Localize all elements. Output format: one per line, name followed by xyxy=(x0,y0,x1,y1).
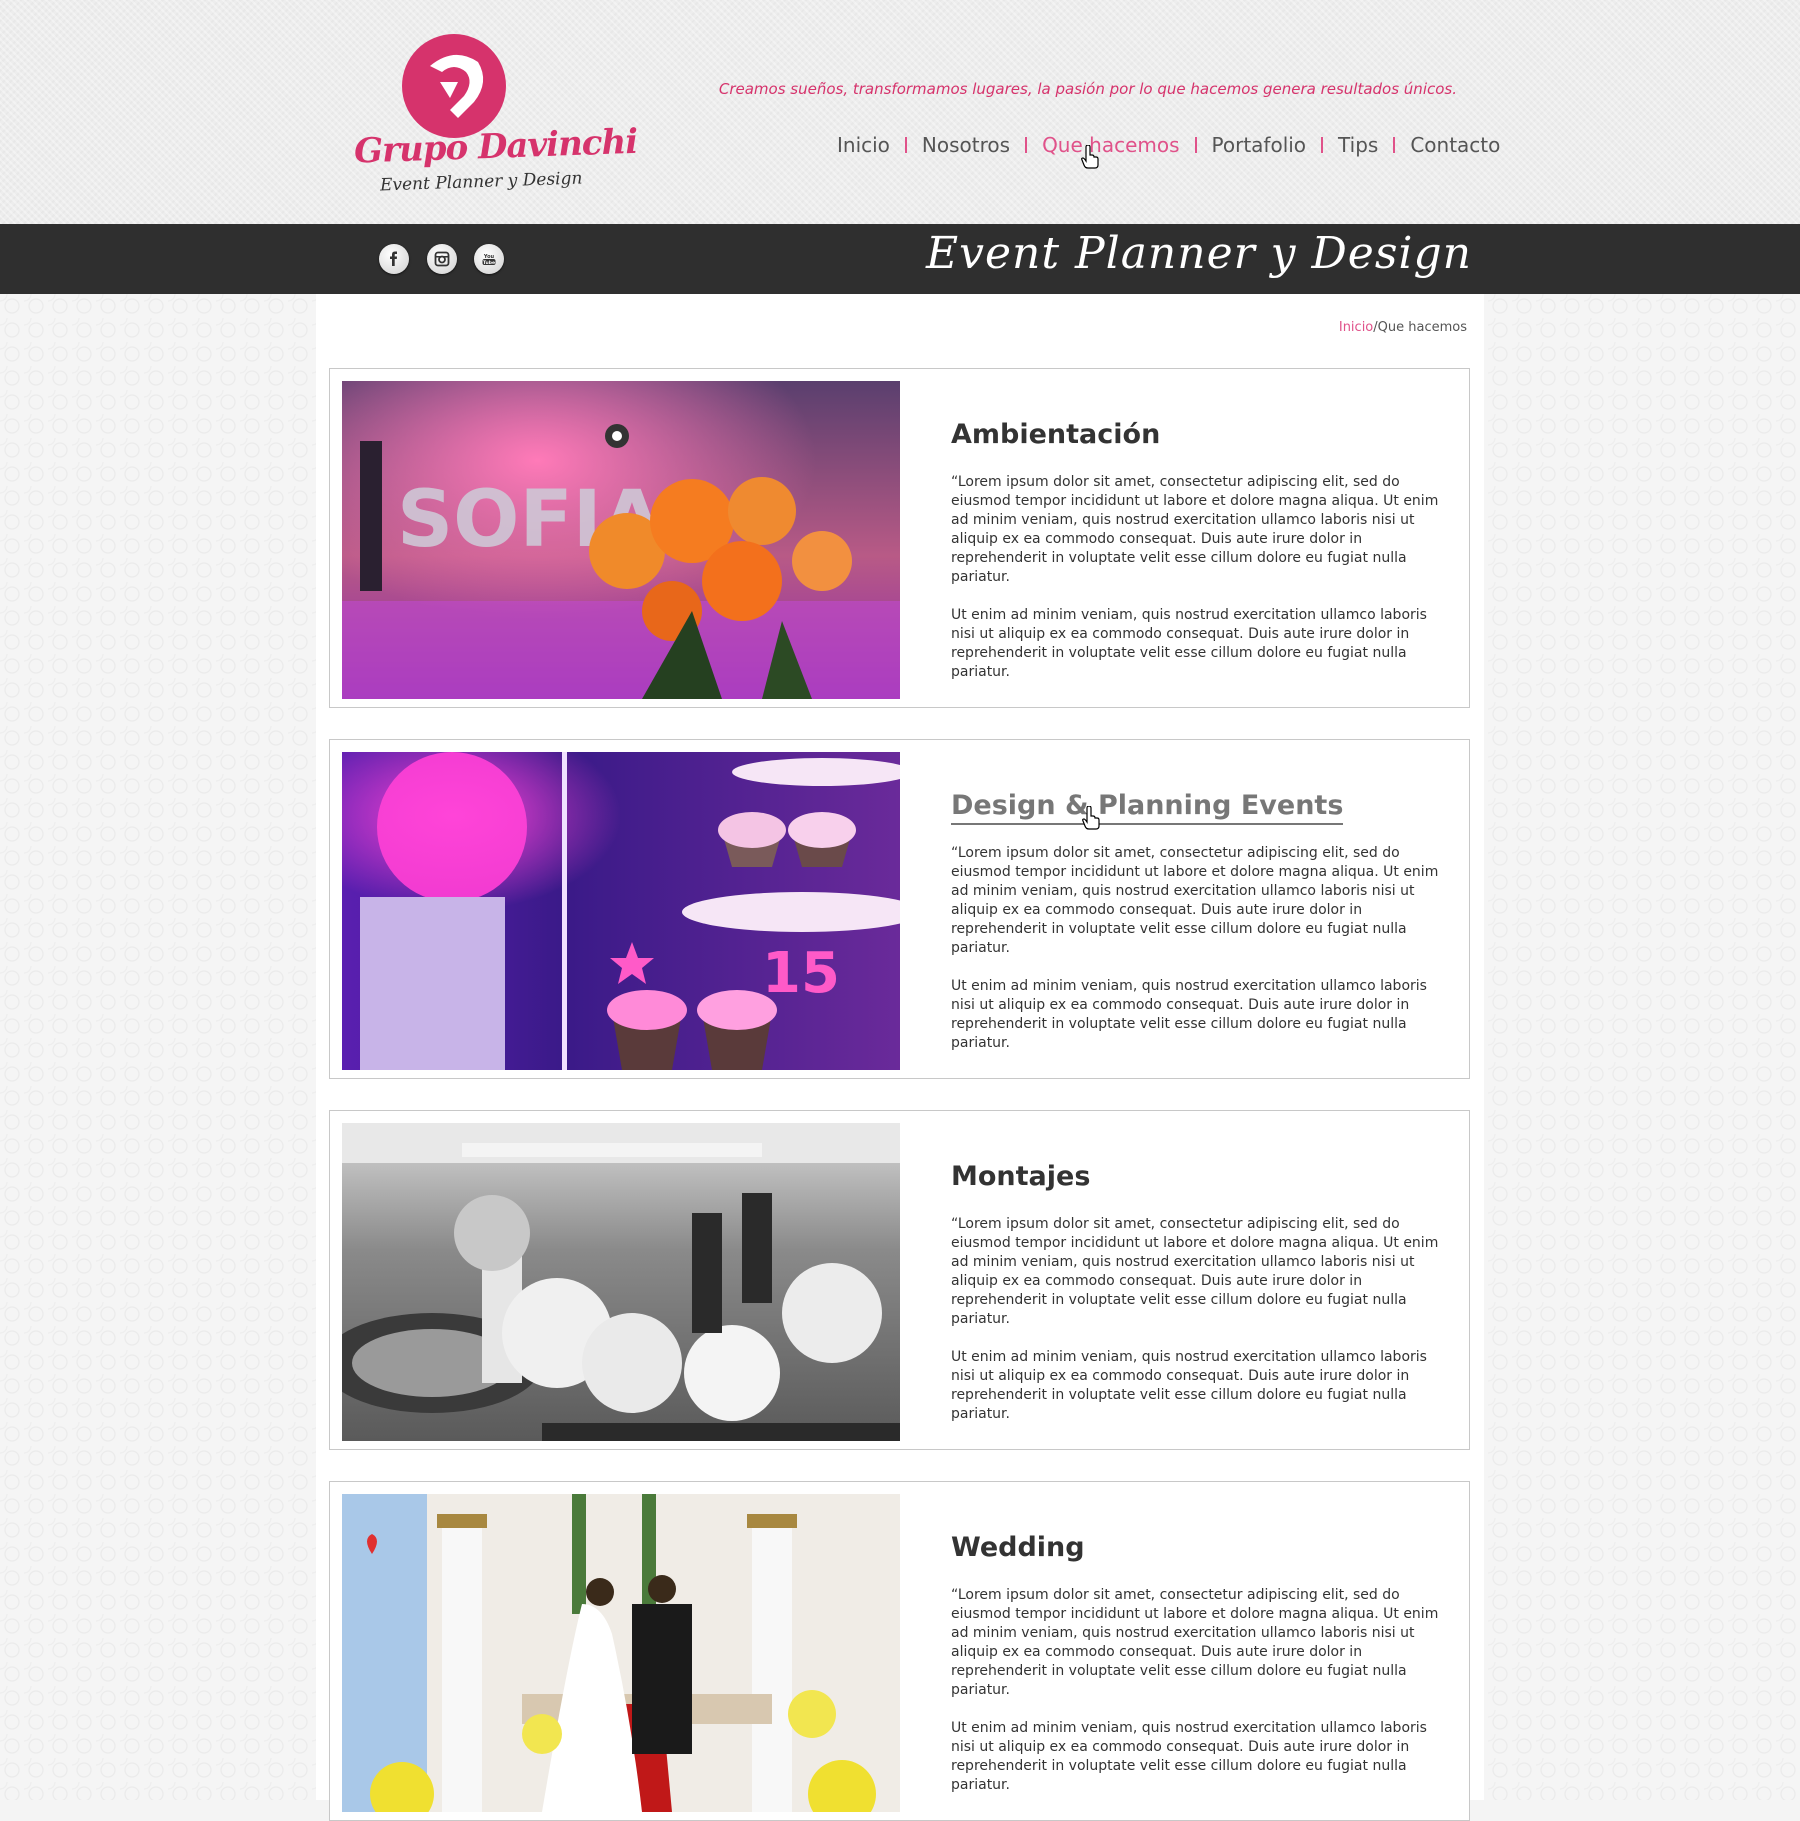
service-title: Montajes xyxy=(951,1161,1091,1192)
service-photo[interactable] xyxy=(342,1123,900,1441)
service-description: “Lorem ipsum dolor sit amet, consectetur… xyxy=(951,1215,1441,1443)
wedding-photo-image xyxy=(342,1494,900,1812)
instagram-icon[interactable] xyxy=(427,244,457,274)
nav-nosotros[interactable]: Nosotros xyxy=(907,130,1025,160)
hand-cursor-icon xyxy=(1082,806,1100,830)
logo-subtitle: Event Planner y Design xyxy=(379,168,583,196)
breadcrumb: Inicio/Que hacemos xyxy=(1339,320,1467,335)
hand-cursor-icon xyxy=(1081,145,1099,169)
service-paragraph: Ut enim ad minim veniam, quis nostrud ex… xyxy=(951,1720,1427,1793)
davinchi-logo-icon xyxy=(402,34,506,138)
banquet-photo-image xyxy=(342,1123,900,1441)
service-photo[interactable] xyxy=(342,1494,900,1812)
service-paragraph: “Lorem ipsum dolor sit amet, consectetur… xyxy=(951,1587,1439,1698)
service-description: “Lorem ipsum dolor sit amet, consectetur… xyxy=(951,844,1441,1072)
logo[interactable]: Grupo Davinchi Event Planner y Design xyxy=(352,32,638,202)
service-paragraph: “Lorem ipsum dolor sit amet, consectetur… xyxy=(951,474,1439,585)
site-header xyxy=(0,0,1800,224)
facebook-icon[interactable] xyxy=(379,244,409,274)
service-paragraph: Ut enim ad minim veniam, quis nostrud ex… xyxy=(951,607,1427,680)
svg-text:Tube: Tube xyxy=(483,260,495,266)
service-paragraph: Ut enim ad minim veniam, quis nostrud ex… xyxy=(951,1349,1427,1422)
service-title: Wedding xyxy=(951,1532,1085,1563)
nav-inicio[interactable]: Inicio xyxy=(822,130,905,160)
service-title-link[interactable]: Design & Planning Events xyxy=(951,790,1344,825)
service-photo[interactable]: SOFIA xyxy=(342,381,900,699)
nav-tips[interactable]: Tips xyxy=(1323,130,1393,160)
title-bar xyxy=(0,224,1800,294)
service-card: SOFIA Ambientación “Lorem ipsum dolor si… xyxy=(329,368,1470,708)
service-description: “Lorem ipsum dolor sit amet, consectetur… xyxy=(951,1586,1441,1814)
breadcrumb-current: Que hacemos xyxy=(1377,320,1467,335)
photo-number: 15 xyxy=(762,941,840,1006)
breadcrumb-home[interactable]: Inicio xyxy=(1339,320,1373,335)
nav-contacto[interactable]: Contacto xyxy=(1395,130,1515,160)
service-description: “Lorem ipsum dolor sit amet, consectetur… xyxy=(951,473,1441,701)
youtube-icon[interactable]: You Tube xyxy=(474,244,504,274)
cupcakes-photo-image: 15 xyxy=(342,752,900,1070)
nav-que-hacemos[interactable]: Que hacemos xyxy=(1027,130,1194,160)
service-card: Wedding “Lorem ipsum dolor sit amet, con… xyxy=(329,1481,1470,1821)
service-card: 15 Design & Planning Events “Lorem ipsum… xyxy=(329,739,1470,1079)
decor-photo-image: SOFIA xyxy=(342,381,900,699)
service-card: Montajes “Lorem ipsum dolor sit amet, co… xyxy=(329,1110,1470,1450)
service-paragraph: Ut enim ad minim veniam, quis nostrud ex… xyxy=(951,978,1427,1051)
main-nav: Inicio Nosotros Que hacemos Portafolio T… xyxy=(822,130,1515,160)
logo-name: Grupo Davinchi xyxy=(353,121,638,172)
nav-portafolio[interactable]: Portafolio xyxy=(1197,130,1322,160)
bar-title: Event Planner y Design xyxy=(926,228,1472,279)
service-paragraph: “Lorem ipsum dolor sit amet, consectetur… xyxy=(951,845,1439,956)
tagline: Creamos sueños, transformamos lugares, l… xyxy=(718,80,1457,98)
service-title: Ambientación xyxy=(951,419,1161,450)
service-paragraph: “Lorem ipsum dolor sit amet, consectetur… xyxy=(951,1216,1439,1327)
service-photo[interactable]: 15 xyxy=(342,752,900,1070)
